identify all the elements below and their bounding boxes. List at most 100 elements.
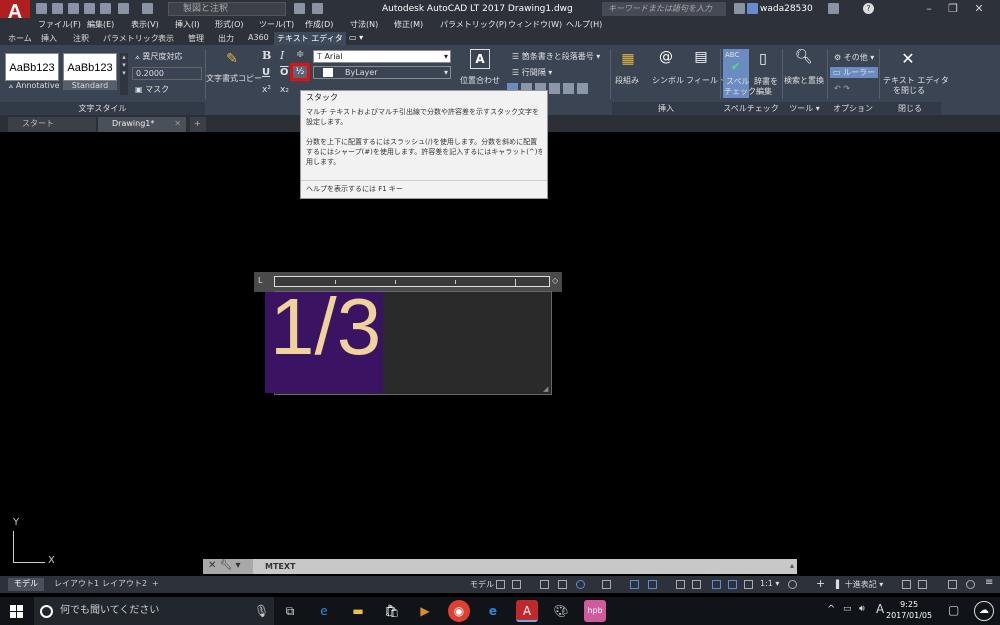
- tab-stop-icon[interactable]: L: [258, 276, 262, 285]
- symbol-icon[interactable]: @: [658, 49, 674, 65]
- layout-tab-model[interactable]: モデル: [8, 578, 44, 591]
- symbol-label[interactable]: シンボル: [652, 75, 684, 86]
- object-snap-icon[interactable]: [648, 580, 657, 589]
- panel-title-style[interactable]: 文字スタイル: [0, 102, 205, 115]
- panel-title-insert[interactable]: 挿入: [612, 102, 720, 115]
- clean-screen-icon[interactable]: [966, 580, 975, 589]
- user-icon[interactable]: [747, 3, 758, 14]
- menu-tools[interactable]: ツール(T): [259, 19, 294, 30]
- search-input[interactable]: キーワードまたは語句を入力: [602, 2, 726, 16]
- spell-check-button[interactable]: ABC ✔ スペル チェック: [723, 49, 756, 98]
- tab-a360[interactable]: A360: [245, 32, 272, 43]
- mtext-content[interactable]: 1/3: [270, 282, 381, 372]
- line-spacing-button[interactable]: ☰ 行間隔 ▾: [512, 67, 552, 78]
- task-view-icon[interactable]: ⧉: [279, 600, 301, 622]
- italic-icon[interactable]: I: [280, 49, 284, 62]
- panel-title-spell[interactable]: スペルチェック: [720, 102, 782, 115]
- find-replace-label[interactable]: 検索と置換: [784, 75, 824, 86]
- bold-icon[interactable]: B: [262, 49, 271, 62]
- store-icon[interactable]: 🛍︎: [381, 600, 403, 622]
- plus-icon[interactable]: +: [816, 577, 825, 590]
- windows-start-icon[interactable]: [10, 605, 23, 618]
- align-distribute-icon[interactable]: [563, 83, 574, 94]
- workspace-gear-icon[interactable]: [788, 580, 797, 589]
- close-editor-icon[interactable]: ✕: [900, 49, 916, 68]
- annotation-scale-icon[interactable]: [744, 580, 753, 589]
- add-layout-button[interactable]: +: [146, 578, 165, 591]
- brush-icon[interactable]: ✎: [222, 51, 242, 67]
- file-explorer-icon[interactable]: ▬: [347, 600, 369, 622]
- tab-annotate[interactable]: 注釈: [70, 32, 92, 45]
- ribbon-toggle-icon[interactable]: ▭ ▾: [346, 32, 366, 43]
- field-icon[interactable]: ▤: [693, 49, 709, 65]
- stack-button[interactable]: ½: [290, 63, 310, 81]
- restore-icon[interactable]: ❐: [946, 2, 960, 16]
- match-properties-label[interactable]: 文字書式コピー: [206, 73, 262, 84]
- minimize-icon[interactable]: –: [922, 2, 936, 16]
- edge-icon[interactable]: e: [313, 600, 335, 622]
- snap-icon[interactable]: [512, 580, 521, 589]
- exchange-icon[interactable]: [828, 3, 839, 14]
- tab-view[interactable]: 表示: [155, 32, 177, 45]
- menu-format[interactable]: 形式(O): [215, 19, 244, 30]
- align-justify-icon[interactable]: [549, 83, 560, 94]
- tab-manage[interactable]: 管理: [185, 32, 207, 45]
- command-line[interactable]: ✕ 🔧︎ ▾ MTEXT ▴: [203, 559, 797, 574]
- microphone-icon[interactable]: 🎙︎: [254, 604, 269, 618]
- scale-select[interactable]: 1:1 ▾: [760, 579, 779, 588]
- customize-menu-icon[interactable]: ≡: [985, 577, 993, 588]
- help-icon[interactable]: ?: [863, 3, 874, 14]
- columns-icon[interactable]: ▦: [620, 51, 636, 67]
- panel-title-tools[interactable]: ツール ▾: [782, 102, 827, 115]
- superscript-icon[interactable]: x²: [262, 85, 271, 95]
- menu-window[interactable]: ウィンドウ(W): [508, 19, 562, 30]
- dictionary-icon[interactable]: ▯: [756, 51, 770, 67]
- strike-icon[interactable]: ≑: [296, 49, 304, 60]
- bullets-button[interactable]: ☰ 箇条書きと段落番号 ▾: [512, 51, 600, 62]
- subscript-icon[interactable]: x₂: [280, 85, 289, 95]
- tab-output[interactable]: 出力: [215, 32, 237, 45]
- tray-chevron-icon[interactable]: ^: [827, 604, 835, 615]
- undo-redo-icons[interactable]: ↶ ↷: [834, 84, 850, 93]
- network-icon[interactable]: ▭: [843, 604, 852, 614]
- resize-grip-icon[interactable]: ◢: [543, 385, 548, 393]
- doc-tab-start[interactable]: スタート: [8, 117, 96, 132]
- menu-file[interactable]: ファイル(F): [38, 19, 81, 30]
- new-icon[interactable]: [36, 3, 47, 14]
- cortana-search[interactable]: 何でも聞いてください: [34, 597, 274, 625]
- doc-tab-drawing1[interactable]: Drawing1* ✕: [98, 117, 186, 132]
- close-icon[interactable]: ✕: [208, 560, 216, 571]
- quick-properties-icon[interactable]: [902, 580, 911, 589]
- panel-title-close[interactable]: 閉じる: [879, 102, 941, 115]
- internet-explorer-icon[interactable]: e: [482, 600, 504, 622]
- dict-label-2[interactable]: 編集: [756, 86, 772, 97]
- style-swatch-standard[interactable]: AaBb123: [63, 53, 117, 81]
- resize-width-icon[interactable]: ◇: [552, 276, 558, 285]
- new-tab-button[interactable]: +: [190, 117, 206, 132]
- tab-insert[interactable]: 挿入: [38, 32, 60, 45]
- panel-title-options[interactable]: オプション: [827, 102, 879, 115]
- justify-label[interactable]: 位置合わせ: [460, 75, 500, 86]
- ruler-button[interactable]: ▭ ルーラー: [830, 67, 879, 78]
- grid-icon[interactable]: [496, 580, 505, 589]
- media-player-icon[interactable]: ▶: [414, 600, 436, 622]
- dropdown-icon[interactable]: [312, 3, 323, 14]
- undo-icon[interactable]: [118, 3, 129, 14]
- overline-icon[interactable]: O: [280, 67, 289, 78]
- command-line-tools[interactable]: ✕ 🔧︎ ▾: [203, 559, 253, 574]
- menu-edit[interactable]: 編集(E): [87, 19, 114, 30]
- isodraft-icon[interactable]: [602, 580, 611, 589]
- lineweight-icon[interactable]: [676, 580, 685, 589]
- menu-modify[interactable]: 修正(M): [394, 19, 423, 30]
- ime-indicator[interactable]: A: [876, 602, 884, 616]
- print-icon[interactable]: [100, 3, 111, 14]
- lock-ui-icon[interactable]: [918, 580, 927, 589]
- tab-text-editor[interactable]: テキスト エディタ: [274, 32, 346, 45]
- menu-draw[interactable]: 作成(D): [305, 19, 333, 30]
- style-swatch-annotative[interactable]: AaBb123: [5, 53, 59, 81]
- annotation-visibility-icon[interactable]: [712, 580, 721, 589]
- action-center-icon[interactable]: ▢: [948, 603, 959, 617]
- hpb-icon[interactable]: hpb: [584, 600, 606, 622]
- underline-icon[interactable]: U: [262, 67, 270, 78]
- hardware-acceleration-icon[interactable]: [948, 580, 957, 589]
